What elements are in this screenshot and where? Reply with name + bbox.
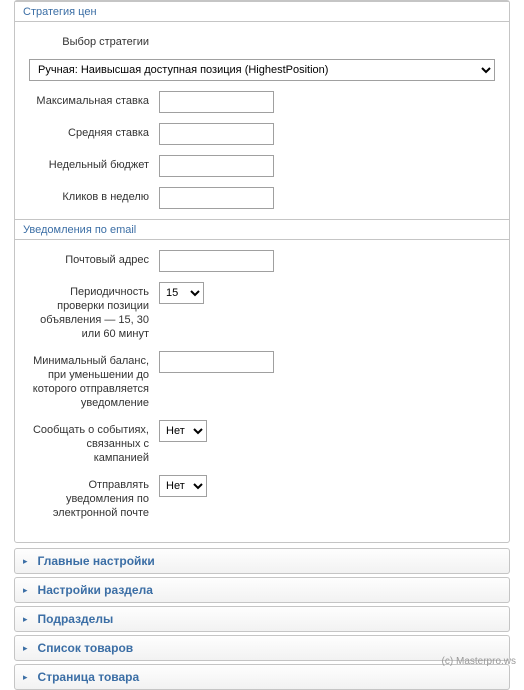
footer-credit: (с) Masterpro.ws [442, 656, 516, 667]
strategy-select[interactable]: Ручная: Наивысшая доступная позиция (Hig… [29, 59, 495, 81]
email-address-label: Почтовый адрес [29, 250, 159, 267]
min-balance-input[interactable] [159, 351, 274, 373]
pricing-section-title: Стратегия цен [23, 6, 97, 18]
accordion-main-settings[interactable]: ▸ Главные настройки [14, 548, 510, 574]
accordion-title: Настройки раздела [38, 583, 153, 597]
clicks-week-input[interactable] [159, 187, 274, 209]
campaign-events-select[interactable]: Нет [159, 420, 207, 442]
accordion: ▸ Главные настройки ▸ Настройки раздела … [14, 548, 510, 690]
pricing-section-header: Стратегия цен [15, 1, 509, 22]
accordion-section-settings[interactable]: ▸ Настройки раздела [14, 577, 510, 603]
accordion-subsections[interactable]: ▸ Подразделы [14, 606, 510, 632]
max-bid-input[interactable] [159, 91, 274, 113]
email-address-input[interactable] [159, 250, 274, 272]
accordion-product-page[interactable]: ▸ Страница товара [14, 664, 510, 690]
weekly-budget-input[interactable] [159, 155, 274, 177]
accordion-title: Список товаров [38, 641, 134, 655]
accordion-title: Страница товара [38, 670, 140, 684]
chevron-right-icon: ▸ [23, 672, 28, 683]
campaign-events-label: Сообщать о событиях, связанных с кампани… [29, 420, 159, 465]
max-bid-label: Максимальная ставка [29, 91, 159, 108]
avg-bid-label: Средняя ставка [29, 123, 159, 140]
avg-bid-input[interactable] [159, 123, 274, 145]
accordion-title: Главные настройки [38, 554, 155, 568]
settings-panel: Стратегия цен Выбор стратегии Ручная: На… [14, 0, 510, 543]
min-balance-label: Минимальный баланс, при уменьшении до ко… [29, 351, 159, 410]
accordion-title: Подразделы [38, 612, 114, 626]
email-section-title: Уведомления по email [23, 224, 136, 236]
check-interval-select[interactable]: 15 [159, 282, 204, 304]
strategy-label: Выбор стратегии [29, 32, 159, 49]
accordion-product-list[interactable]: ▸ Список товаров [14, 635, 510, 661]
weekly-budget-label: Недельный бюджет [29, 155, 159, 172]
chevron-right-icon: ▸ [23, 643, 28, 654]
send-email-select[interactable]: Нет [159, 475, 207, 497]
check-interval-label: Периодичность проверки позиции объявлени… [29, 282, 159, 341]
send-email-label: Отправлять уведомления по электронной по… [29, 475, 159, 520]
chevron-right-icon: ▸ [23, 614, 28, 625]
clicks-week-label: Кликов в неделю [29, 187, 159, 204]
email-section-header: Уведомления по email [15, 219, 509, 240]
chevron-right-icon: ▸ [23, 585, 28, 596]
chevron-right-icon: ▸ [23, 556, 28, 567]
